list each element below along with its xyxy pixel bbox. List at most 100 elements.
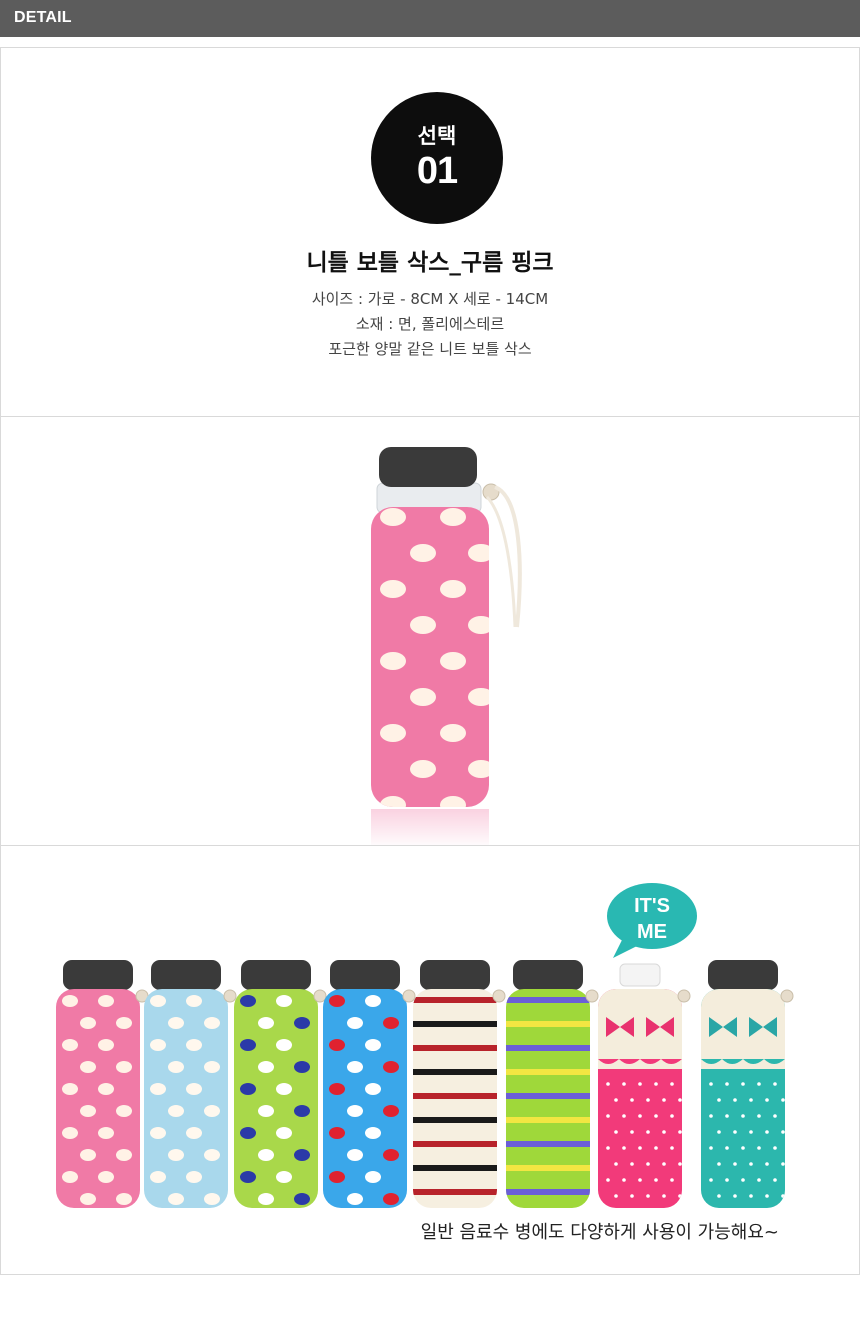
variant-bottle: [234, 960, 327, 1208]
bottle-cap: [241, 960, 311, 990]
sleeve-dot: [186, 1083, 202, 1095]
sleeve-dot: [614, 1098, 618, 1102]
sleeve-dot: [749, 1098, 753, 1102]
sleeve-dot: [614, 1130, 618, 1134]
sleeve-dot: [276, 995, 292, 1007]
sleeve-dot: [240, 1171, 256, 1183]
sleeve-dot: [380, 652, 406, 670]
sleeve-dot: [258, 1193, 274, 1205]
sleeve-dot: [440, 508, 466, 526]
sleeve-dot: [383, 1105, 399, 1117]
variant-bottle: [413, 960, 506, 1208]
sleeve-dot: [606, 1082, 610, 1086]
sleeve-dot: [116, 1105, 132, 1117]
sleeve-dot: [62, 1039, 78, 1051]
sleeve-dot: [662, 1098, 666, 1102]
sleeve-dot: [276, 1083, 292, 1095]
sleeve-dot: [380, 724, 406, 742]
sleeve-stripe: [413, 1165, 497, 1171]
sleeve-dot: [294, 1105, 310, 1117]
sleeve-dot: [150, 995, 166, 1007]
bottle-cap: [708, 960, 778, 990]
sleeve-dot: [725, 1114, 729, 1118]
sleeve-dot: [204, 1193, 220, 1205]
sleeve-dot: [733, 1130, 737, 1134]
sleeve-stripe: [413, 1045, 497, 1051]
sleeve-dot: [365, 1039, 381, 1051]
bottle-cap: [420, 960, 490, 990]
sleeve-dot: [186, 1039, 202, 1051]
sleeve-dot: [622, 1178, 626, 1182]
bottle-cap: [513, 960, 583, 990]
sleeve-dot: [614, 1162, 618, 1166]
sleeve-dot: [654, 1082, 658, 1086]
sleeve-dot: [383, 1149, 399, 1161]
sleeve-stripe: [413, 1021, 497, 1027]
sleeve-dot: [80, 1149, 96, 1161]
sleeve-dot: [757, 1178, 761, 1182]
sleeve-stripe: [413, 997, 497, 1003]
sleeve-dot: [329, 1127, 345, 1139]
sleeve-stripe: [506, 1117, 590, 1123]
sleeve-dot: [662, 1130, 666, 1134]
badge-label: 선택: [417, 124, 457, 148]
sleeve-dot: [725, 1146, 729, 1150]
knit-sleeve: [371, 507, 489, 807]
product-info-panel: 선택 01 니틀 보틀 삭스_구름 핑크 사이즈 : 가로 - 8CM X 세로…: [0, 47, 860, 417]
sleeve-dot: [678, 1130, 682, 1134]
bottle-cap: [379, 447, 477, 487]
sleeve-dot: [725, 1178, 729, 1182]
sleeve-dot: [638, 1082, 642, 1086]
sleeve-dot: [646, 1130, 650, 1134]
spec-material: 소재 : 면, 폴리에스테르: [355, 315, 505, 333]
sleeve-dot: [781, 1130, 785, 1134]
sleeve-dot: [709, 1082, 713, 1086]
sleeve-dot: [347, 1105, 363, 1117]
sleeve-dot: [329, 995, 345, 1007]
sleeve-dot: [62, 1171, 78, 1183]
variant-bottle: [506, 960, 599, 1208]
sleeve-dot: [646, 1098, 650, 1102]
sleeve-dot: [440, 580, 466, 598]
sleeve-dot: [725, 1082, 729, 1086]
sleeve-dot: [630, 1098, 634, 1102]
sleeve-dot: [654, 1146, 658, 1150]
sleeve-dot: [630, 1194, 634, 1198]
sleeve-dot: [709, 1114, 713, 1118]
sleeve-stripe: [413, 1141, 497, 1147]
sleeve-dot: [98, 1039, 114, 1051]
bottle-cap: [619, 963, 661, 987]
sleeve-dot: [638, 1178, 642, 1182]
sleeve-stripe: [413, 1093, 497, 1099]
sleeve-dot: [410, 760, 436, 778]
sleeve-dot: [383, 1193, 399, 1205]
sleeve-dot: [80, 1193, 96, 1205]
sleeve-stripe: [506, 1021, 590, 1027]
sleeve-dot: [440, 652, 466, 670]
sleeve-stripe: [506, 1045, 590, 1051]
option-badge: 선택 01: [371, 92, 503, 224]
sleeve-dot: [622, 1146, 626, 1150]
sleeve-dot: [757, 1146, 761, 1150]
sleeve-dot: [749, 1194, 753, 1198]
sleeve-dot: [347, 1061, 363, 1073]
sleeve-dot: [410, 688, 436, 706]
sleeve-dot: [468, 616, 489, 634]
sleeve-dot: [765, 1098, 769, 1102]
sleeve-dot: [678, 1162, 682, 1166]
sleeve-dot: [781, 1098, 785, 1102]
sleeve-dot: [638, 1146, 642, 1150]
sleeve-dot: [329, 1083, 345, 1095]
bubble-line2: ME: [637, 921, 667, 943]
sleeve-dot: [186, 995, 202, 1007]
sleeve-dot: [258, 1105, 274, 1117]
sleeve-stripe: [506, 997, 590, 1003]
sleeve-dot: [468, 688, 489, 706]
sleeve-dot: [773, 1146, 777, 1150]
sleeve-dot: [365, 1127, 381, 1139]
drawstring-bead: [223, 989, 237, 1003]
sleeve-dot: [709, 1178, 713, 1182]
sleeve-dot: [709, 1146, 713, 1150]
sleeve-dot: [678, 1098, 682, 1102]
sleeve-dot: [80, 1105, 96, 1117]
